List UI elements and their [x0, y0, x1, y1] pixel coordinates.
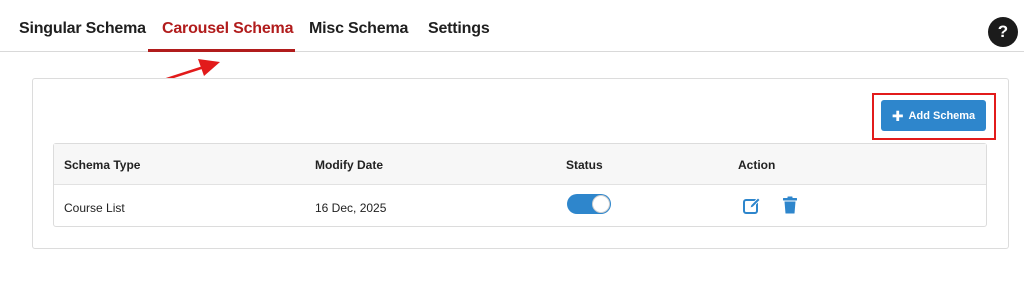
row-schema-type: Course List: [64, 201, 125, 215]
trash-icon[interactable]: [780, 195, 800, 215]
row-modify-date: 16 Dec, 2025: [315, 201, 387, 215]
header-schema-type: Schema Type: [64, 158, 141, 172]
tab-bar: Singular Schema Carousel Schema Misc Sch…: [0, 0, 1024, 52]
edit-icon[interactable]: [742, 196, 762, 216]
status-toggle[interactable]: [567, 194, 611, 214]
plus-icon: ✚: [891, 107, 904, 124]
tab-misc-schema[interactable]: Misc Schema: [309, 20, 408, 38]
help-icon[interactable]: ?: [988, 17, 1018, 47]
add-schema-label: Add Schema: [908, 109, 976, 122]
header-status: Status: [566, 158, 603, 172]
table-header: [54, 144, 986, 185]
toggle-knob: [592, 195, 610, 213]
schema-table: Schema Type Modify Date Status Action Co…: [53, 143, 987, 227]
tab-singular-schema[interactable]: Singular Schema: [19, 20, 146, 38]
tab-settings[interactable]: Settings: [428, 20, 490, 38]
tab-carousel-schema[interactable]: Carousel Schema: [162, 20, 293, 38]
header-modify-date: Modify Date: [315, 158, 384, 172]
add-schema-button[interactable]: ✚ Add Schema: [881, 100, 986, 131]
header-action: Action: [738, 158, 776, 172]
